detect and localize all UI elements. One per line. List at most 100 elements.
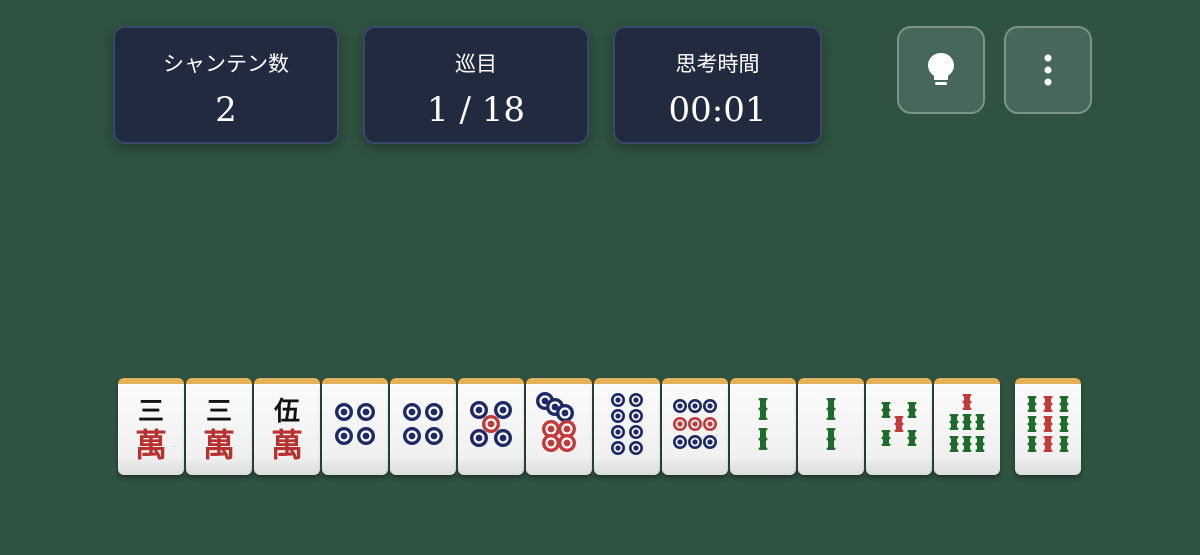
hand-tile-2[interactable]: 三萬 xyxy=(186,378,252,475)
pin-circle xyxy=(482,415,500,433)
bamboo-stick xyxy=(826,398,836,420)
kebab-menu-icon xyxy=(1044,54,1052,86)
drawn-tile[interactable] xyxy=(1015,378,1081,475)
lightbulb-icon xyxy=(928,53,954,85)
pin-circle xyxy=(611,409,625,423)
hand-tile-11[interactable] xyxy=(798,378,864,475)
sou-7-face xyxy=(949,394,985,452)
bamboo-stick xyxy=(962,436,972,452)
hand-tile-1[interactable]: 三萬 xyxy=(118,378,184,475)
pin-circle xyxy=(611,393,625,407)
man-suit-glyph: 萬 xyxy=(203,426,235,464)
pin-circle xyxy=(703,399,717,413)
hand-tile-6[interactable] xyxy=(458,378,524,475)
pin-circle xyxy=(542,434,560,452)
hand-tile-12[interactable] xyxy=(866,378,932,475)
pin-circle xyxy=(673,417,687,431)
bamboo-stick xyxy=(1027,396,1037,412)
bamboo-stick xyxy=(1027,416,1037,432)
man-suit-glyph: 萬 xyxy=(135,426,167,464)
bamboo-stick xyxy=(907,430,917,446)
bamboo-stick xyxy=(1043,396,1053,412)
bamboo-stick xyxy=(962,414,972,430)
pin-9-face xyxy=(673,399,717,449)
shanten-label: シャンテン数 xyxy=(163,52,289,76)
pin-circle xyxy=(494,401,512,419)
man-rank-glyph: 伍 xyxy=(274,397,300,427)
bamboo-stick xyxy=(975,414,985,430)
pin-circle xyxy=(629,441,643,455)
bamboo-stick xyxy=(758,428,768,450)
pin-circle xyxy=(403,403,421,421)
shanten-value: 2 xyxy=(215,90,237,130)
pin-circle xyxy=(470,401,488,419)
bamboo-stick xyxy=(758,398,768,420)
pin-circle xyxy=(494,429,512,447)
hand-tile-7[interactable] xyxy=(526,378,592,475)
pin-circle xyxy=(629,393,643,407)
turn-label: 巡目 xyxy=(455,52,497,76)
pin-4-face xyxy=(403,403,443,445)
bamboo-stick xyxy=(962,394,972,410)
pin-circle xyxy=(556,404,574,422)
pin-8-face xyxy=(611,393,643,455)
pin-circle xyxy=(629,409,643,423)
bamboo-stick xyxy=(1059,396,1069,412)
time-label: 思考時間 xyxy=(675,52,760,76)
pin-circle xyxy=(703,435,717,449)
hand-tile-13[interactable] xyxy=(934,378,1000,475)
sou-9-face xyxy=(1027,396,1069,452)
pin-circle xyxy=(673,435,687,449)
pin-circle xyxy=(335,427,353,445)
man-5-face: 伍萬 xyxy=(271,397,303,464)
hand-tile-9[interactable] xyxy=(662,378,728,475)
pin-circle xyxy=(357,403,375,421)
bamboo-stick xyxy=(894,416,904,432)
hand-tile-5[interactable] xyxy=(390,378,456,475)
bamboo-stick xyxy=(975,436,985,452)
pin-circle xyxy=(629,425,643,439)
sou-2-face xyxy=(826,398,836,450)
shanten-panel: シャンテン数 2 xyxy=(113,26,339,144)
pin-5-face xyxy=(470,401,512,447)
bamboo-stick xyxy=(907,402,917,418)
bamboo-stick xyxy=(1059,416,1069,432)
hand-tile-4[interactable] xyxy=(322,378,388,475)
man-rank-glyph: 三 xyxy=(138,397,164,427)
man-3-face: 三萬 xyxy=(135,397,167,464)
pin-circle xyxy=(335,403,353,421)
time-panel: 思考時間 00:01 xyxy=(613,26,822,144)
man-rank-glyph: 三 xyxy=(206,397,232,427)
turn-value: 1 / 18 xyxy=(427,90,525,130)
turn-panel: 巡目 1 / 18 xyxy=(363,26,589,144)
pin-circle xyxy=(688,435,702,449)
pin-4-face xyxy=(335,403,375,445)
pin-circle xyxy=(611,441,625,455)
bamboo-stick xyxy=(1027,436,1037,452)
man-3-face: 三萬 xyxy=(203,397,235,464)
bamboo-stick xyxy=(1059,436,1069,452)
pin-circle xyxy=(673,399,687,413)
hand-tile-8[interactable] xyxy=(594,378,660,475)
pin-circle xyxy=(357,427,375,445)
hand-tile-3[interactable]: 伍萬 xyxy=(254,378,320,475)
pin-circle xyxy=(611,425,625,439)
bamboo-stick xyxy=(949,436,959,452)
man-suit-glyph: 萬 xyxy=(271,426,303,464)
sou-2-face xyxy=(758,398,768,450)
bamboo-stick xyxy=(949,414,959,430)
sou-5-face xyxy=(881,402,917,446)
pin-7-face xyxy=(536,392,576,452)
menu-button[interactable] xyxy=(1004,26,1092,114)
bamboo-stick xyxy=(1043,436,1053,452)
hint-button[interactable] xyxy=(897,26,985,114)
pin-circle xyxy=(703,417,717,431)
pin-circle xyxy=(470,429,488,447)
pin-circle xyxy=(425,427,443,445)
bamboo-stick xyxy=(826,428,836,450)
pin-circle xyxy=(403,427,421,445)
bamboo-stick xyxy=(881,430,891,446)
pin-circle xyxy=(425,403,443,421)
pin-circle xyxy=(688,417,702,431)
hand-tile-10[interactable] xyxy=(730,378,796,475)
